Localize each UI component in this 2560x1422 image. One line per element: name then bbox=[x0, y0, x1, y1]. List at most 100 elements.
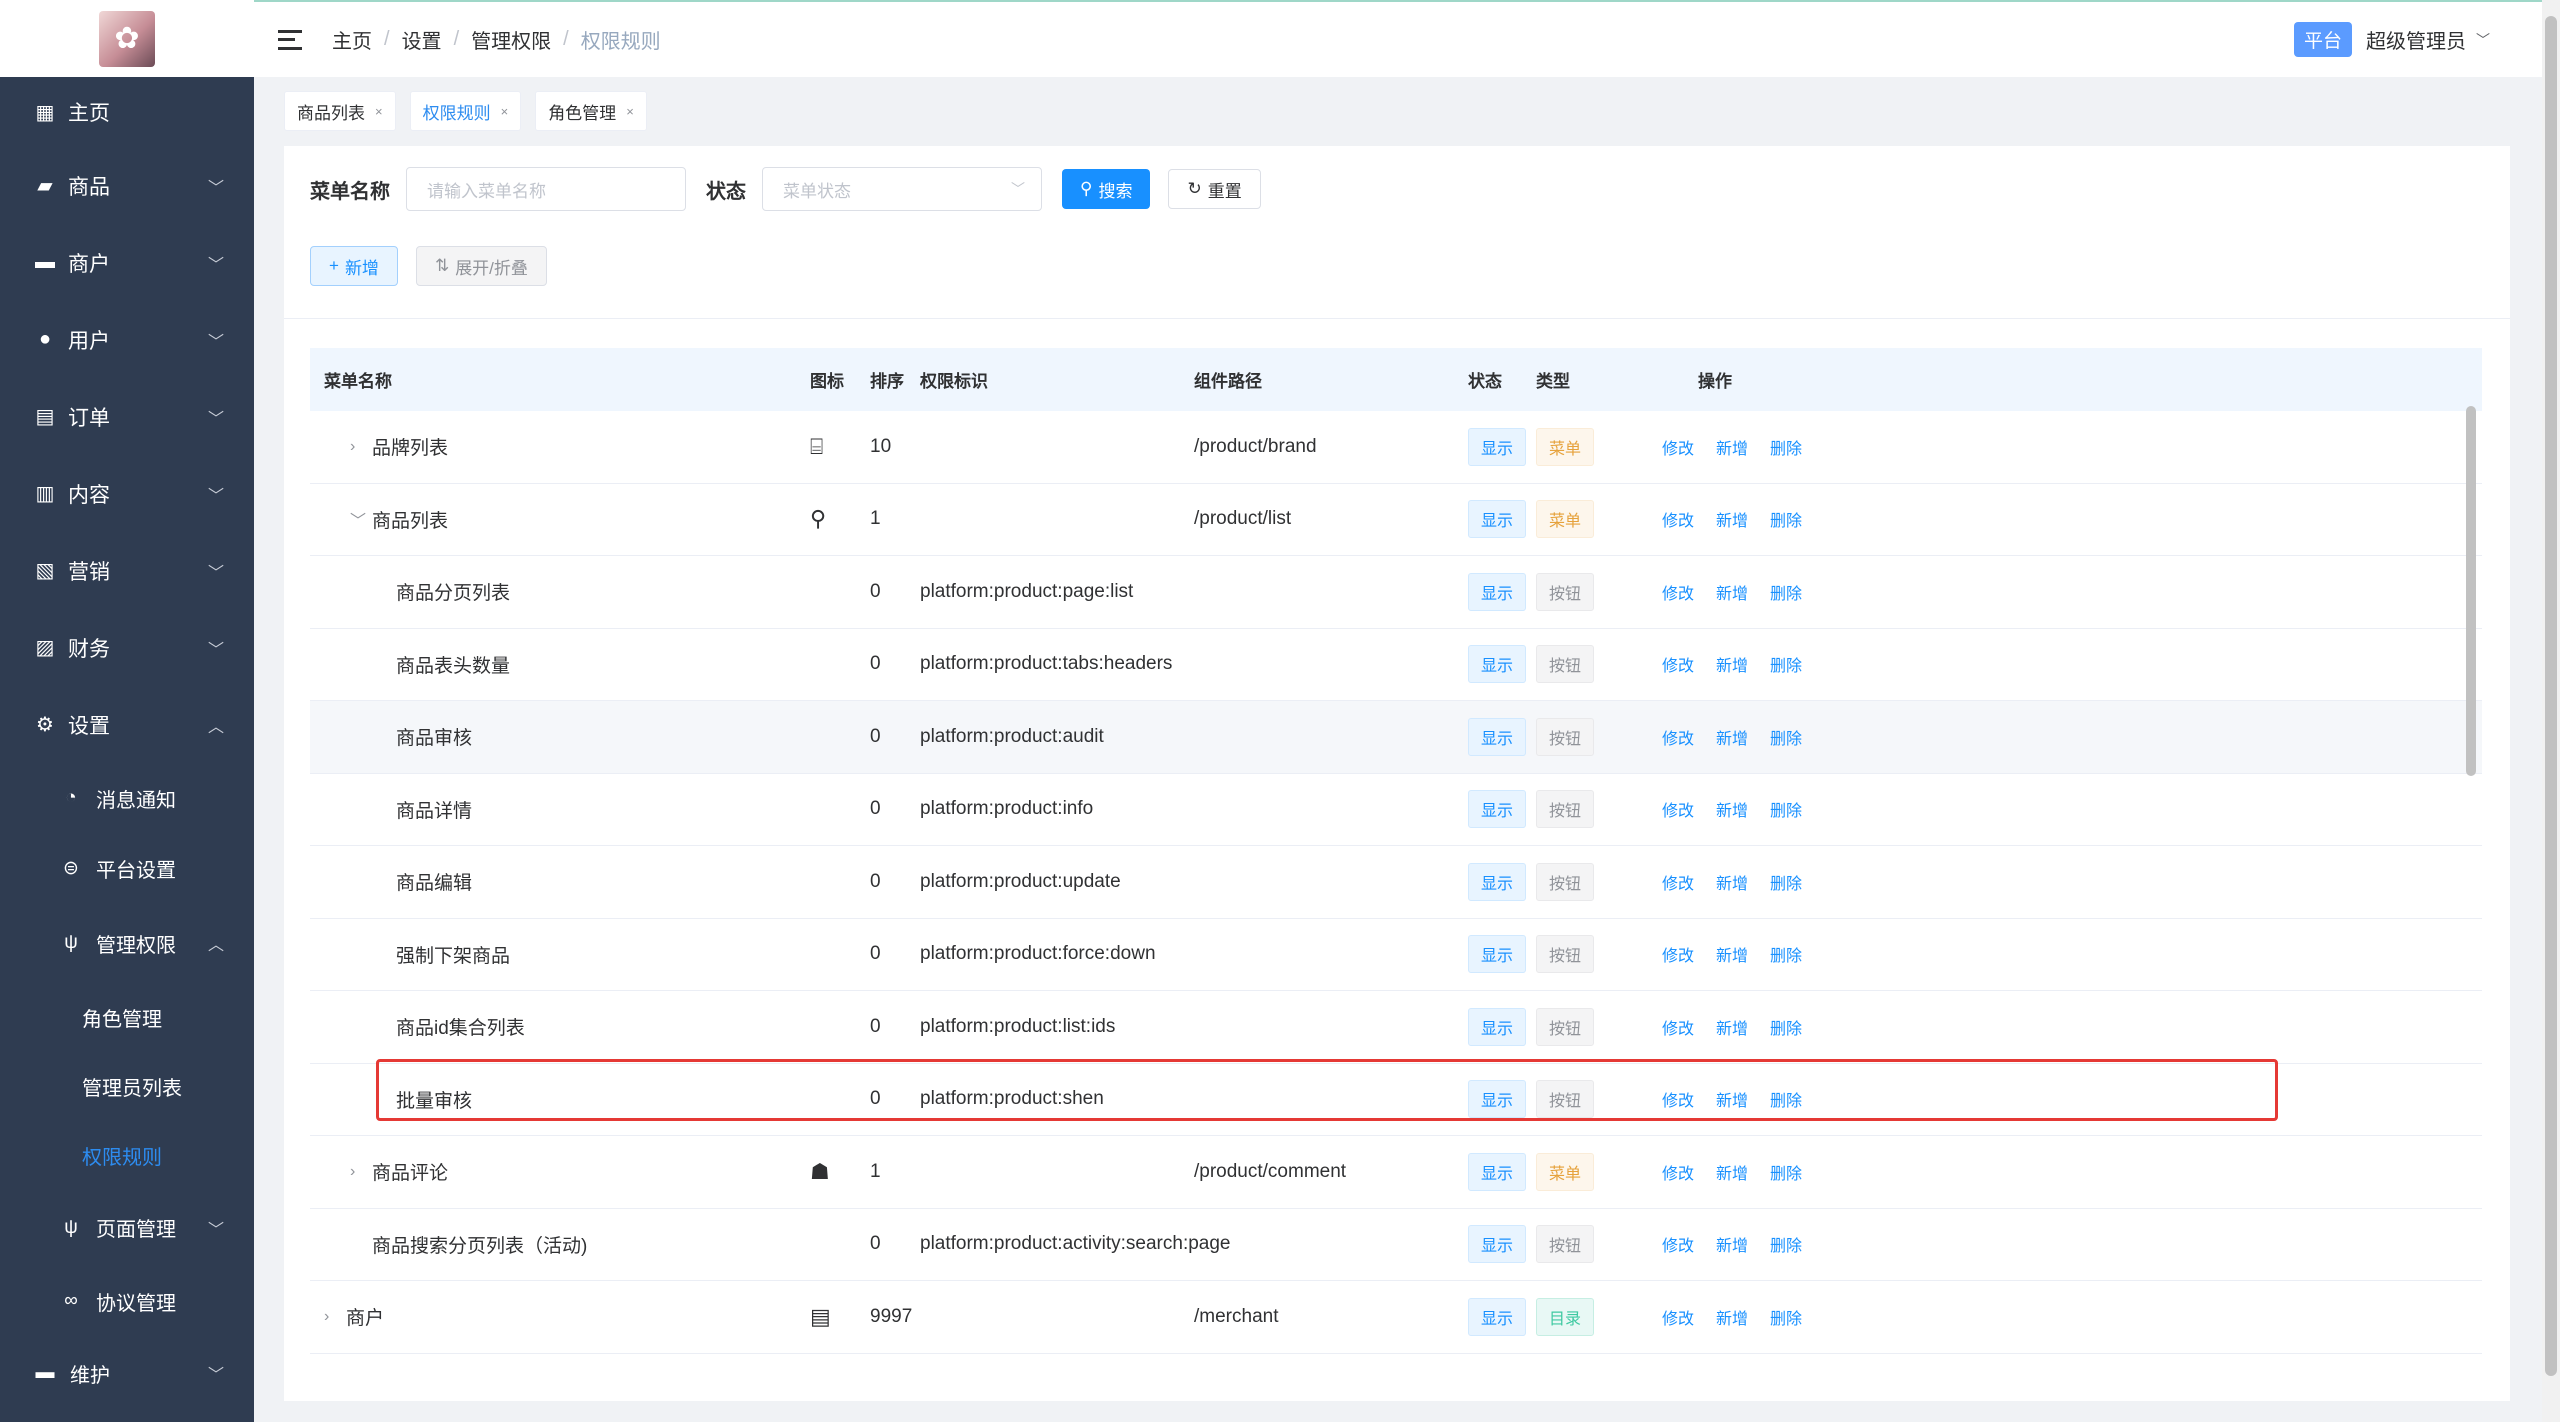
sidebar-perm-item-1[interactable]: 管理员列表 bbox=[0, 1052, 254, 1121]
collapse-caret-icon[interactable]: ﹀ bbox=[350, 507, 366, 531]
add-link[interactable]: 新增 bbox=[1716, 725, 1748, 749]
add-link[interactable]: 新增 bbox=[1716, 1305, 1748, 1329]
hamburger-icon[interactable] bbox=[278, 29, 302, 50]
close-icon[interactable]: × bbox=[501, 104, 509, 119]
add-link[interactable]: 新增 bbox=[1716, 652, 1748, 676]
table-row[interactable]: 商品编辑 0 platform:product:update 显示 按钮 修改 新增 删除 bbox=[310, 846, 2482, 919]
table-row[interactable]: ﹀ 商品列表 ⚲ 1/product/list 显示 菜单 修改 新增 删除 bbox=[310, 484, 2482, 556]
user-name[interactable]: 超级管理员 bbox=[2366, 25, 2466, 54]
add-link[interactable]: 新增 bbox=[1716, 1160, 1748, 1184]
sidebar-item-2[interactable]: ▬ 商户 ﹀ bbox=[0, 224, 254, 301]
sidebar-item-4[interactable]: ▤ 订单 ﹀ bbox=[0, 378, 254, 455]
edit-link[interactable]: 修改 bbox=[1662, 1015, 1694, 1039]
sidebar-perm-item-2[interactable]: 权限规则 bbox=[0, 1121, 254, 1190]
table-row[interactable]: › 商户 ▤ 9997/merchant 显示 目录 修改 新增 删除 bbox=[310, 1281, 2482, 1354]
edit-link[interactable]: 修改 bbox=[1662, 435, 1694, 459]
edit-link[interactable]: 修改 bbox=[1662, 580, 1694, 604]
delete-link[interactable]: 删除 bbox=[1770, 652, 1802, 676]
table-row[interactable]: 商品id集合列表 0 platform:product:list:ids 显示 按钮 修改… bbox=[310, 991, 2482, 1064]
add-button[interactable]: + 新增 bbox=[310, 246, 398, 286]
sidebar-item-8[interactable]: ⚙ 设置 ︿ bbox=[0, 686, 254, 763]
delete-link[interactable]: 删除 bbox=[1770, 797, 1802, 821]
delete-link[interactable]: 删除 bbox=[1770, 435, 1802, 459]
tab-role-management[interactable]: 角色管理 × bbox=[535, 91, 647, 131]
bag-icon: ▰ bbox=[37, 175, 53, 197]
table-row[interactable]: 商品搜索分页列表（活动) 0 platform:product:activity:s… bbox=[310, 1209, 2482, 1281]
expand-caret-icon[interactable]: › bbox=[324, 1308, 338, 1326]
close-icon[interactable]: × bbox=[375, 104, 383, 119]
edit-link[interactable]: 修改 bbox=[1662, 1232, 1694, 1256]
delete-link[interactable]: 删除 bbox=[1770, 1015, 1802, 1039]
breadcrumb-settings[interactable]: 设置 bbox=[402, 25, 442, 54]
delete-link[interactable]: 删除 bbox=[1770, 942, 1802, 966]
scrollbar-thumb[interactable] bbox=[2466, 406, 2476, 776]
sidebar-item-6[interactable]: ▧ 营销 ﹀ bbox=[0, 532, 254, 609]
type-badge: 菜单 bbox=[1536, 1152, 1595, 1191]
delete-link[interactable]: 删除 bbox=[1770, 1232, 1802, 1256]
sidebar-subitem-0[interactable]: ◔ 消息通知 bbox=[0, 763, 254, 833]
logo-avatar[interactable]: ✿ bbox=[99, 10, 155, 67]
sidebar-item-1[interactable]: ▰ 商品 ﹀ bbox=[0, 147, 254, 224]
row-permission: platform:product:page:list bbox=[920, 580, 1134, 602]
sidebar-after-item-0[interactable]: ψ 页面管理 ﹀ bbox=[0, 1190, 254, 1265]
edit-link[interactable]: 修改 bbox=[1662, 1305, 1694, 1329]
tab-product-list[interactable]: 商品列表 × bbox=[284, 91, 396, 131]
add-link[interactable]: 新增 bbox=[1716, 507, 1748, 531]
page-scrollbar-thumb[interactable] bbox=[2545, 16, 2557, 1376]
expand-collapse-button[interactable]: ⇅ 展开/折叠 bbox=[415, 246, 547, 286]
add-link[interactable]: 新增 bbox=[1716, 1232, 1748, 1256]
delete-link[interactable]: 删除 bbox=[1770, 507, 1802, 531]
breadcrumb-home[interactable]: 主页 bbox=[332, 25, 372, 54]
add-link[interactable]: 新增 bbox=[1716, 580, 1748, 604]
table-row[interactable]: 商品审核 0 platform:product:audit 显示 按钮 修改 新增 删除 bbox=[310, 701, 2482, 774]
sidebar-item-3[interactable]: ● 用户 ﹀ bbox=[0, 301, 254, 378]
table-row[interactable]: › 品牌列表 ⌸ 10/product/brand 显示 菜单 修改 新增 删除 bbox=[310, 411, 2482, 484]
status-select[interactable]: 菜单状态 ﹀ bbox=[762, 167, 1042, 211]
add-link[interactable]: 新增 bbox=[1716, 942, 1748, 966]
edit-link[interactable]: 修改 bbox=[1662, 942, 1694, 966]
delete-link[interactable]: 删除 bbox=[1770, 1160, 1802, 1184]
add-link[interactable]: 新增 bbox=[1716, 870, 1748, 894]
table-row[interactable]: › 商品评论 ☗ 1/product/comment 显示 菜单 修改 新增 删除 bbox=[310, 1136, 2482, 1209]
tab-permission-rules[interactable]: 权限规则 × bbox=[409, 91, 522, 131]
add-link[interactable]: 新增 bbox=[1716, 435, 1748, 459]
sidebar-after-item-2[interactable]: ▬ 维护 ﹀ bbox=[0, 1337, 254, 1409]
table-row[interactable]: 商品详情 0 platform:product:info 显示 按钮 修改 新增 删除 bbox=[310, 774, 2482, 846]
sidebar-subitem-2[interactable]: ψ 管理权限 ︿ bbox=[0, 903, 254, 983]
chevron-down-icon[interactable]: ﹀ bbox=[2476, 30, 2490, 50]
edit-link[interactable]: 修改 bbox=[1662, 870, 1694, 894]
close-icon[interactable]: × bbox=[626, 104, 634, 119]
sidebar-after-item-1[interactable]: ∞ 协议管理 bbox=[0, 1265, 254, 1337]
delete-link[interactable]: 删除 bbox=[1770, 870, 1802, 894]
sidebar-item-label: 主页 bbox=[68, 102, 110, 125]
delete-link[interactable]: 删除 bbox=[1770, 1305, 1802, 1329]
delete-link[interactable]: 删除 bbox=[1770, 725, 1802, 749]
user-area[interactable]: 平台 超级管理员 ﹀ bbox=[2293, 22, 2490, 57]
sidebar-item-5[interactable]: ▥ 内容 ﹀ bbox=[0, 455, 254, 532]
reset-button[interactable]: ↻ 重置 bbox=[1168, 169, 1261, 209]
table-scrollbar[interactable] bbox=[2462, 246, 2480, 1146]
table-row[interactable]: 商品分页列表 0 platform:product:page:list 显示 按钮 修改新… bbox=[310, 556, 2482, 629]
sidebar-perm-item-0[interactable]: 角色管理 bbox=[0, 983, 254, 1052]
menu-name-input[interactable]: 请输入菜单名称 bbox=[406, 167, 686, 211]
sidebar-item-0[interactable]: ▦ 主页 bbox=[0, 77, 254, 147]
breadcrumb-permissions[interactable]: 管理权限 bbox=[471, 25, 551, 54]
edit-link[interactable]: 修改 bbox=[1662, 1160, 1694, 1184]
search-button[interactable]: ⚲ 搜索 bbox=[1062, 169, 1151, 209]
sidebar-item-7[interactable]: ▨ 财务 ﹀ bbox=[0, 609, 254, 686]
type-badge: 按钮 bbox=[1536, 935, 1595, 974]
edit-link[interactable]: 修改 bbox=[1662, 652, 1694, 676]
expand-caret-icon[interactable]: › bbox=[350, 438, 364, 456]
delete-link[interactable]: 删除 bbox=[1770, 580, 1802, 604]
expand-caret-icon[interactable]: › bbox=[350, 1163, 364, 1181]
add-link[interactable]: 新增 bbox=[1716, 797, 1748, 821]
table-row[interactable]: 商品表头数量 0 platform:product:tabs:headers 显示 按钮… bbox=[310, 629, 2482, 701]
edit-link[interactable]: 修改 bbox=[1662, 797, 1694, 821]
row-actions: 修改 新增 删除 bbox=[1662, 942, 1824, 966]
table-row[interactable]: 强制下架商品 0 platform:product:force:down 显示 按钮 修改… bbox=[310, 919, 2482, 991]
page-scrollbar[interactable] bbox=[2542, 0, 2560, 1422]
add-link[interactable]: 新增 bbox=[1716, 1015, 1748, 1039]
edit-link[interactable]: 修改 bbox=[1662, 507, 1694, 531]
sidebar-subitem-1[interactable]: ⊜ 平台设置 bbox=[0, 833, 254, 903]
edit-link[interactable]: 修改 bbox=[1662, 725, 1694, 749]
